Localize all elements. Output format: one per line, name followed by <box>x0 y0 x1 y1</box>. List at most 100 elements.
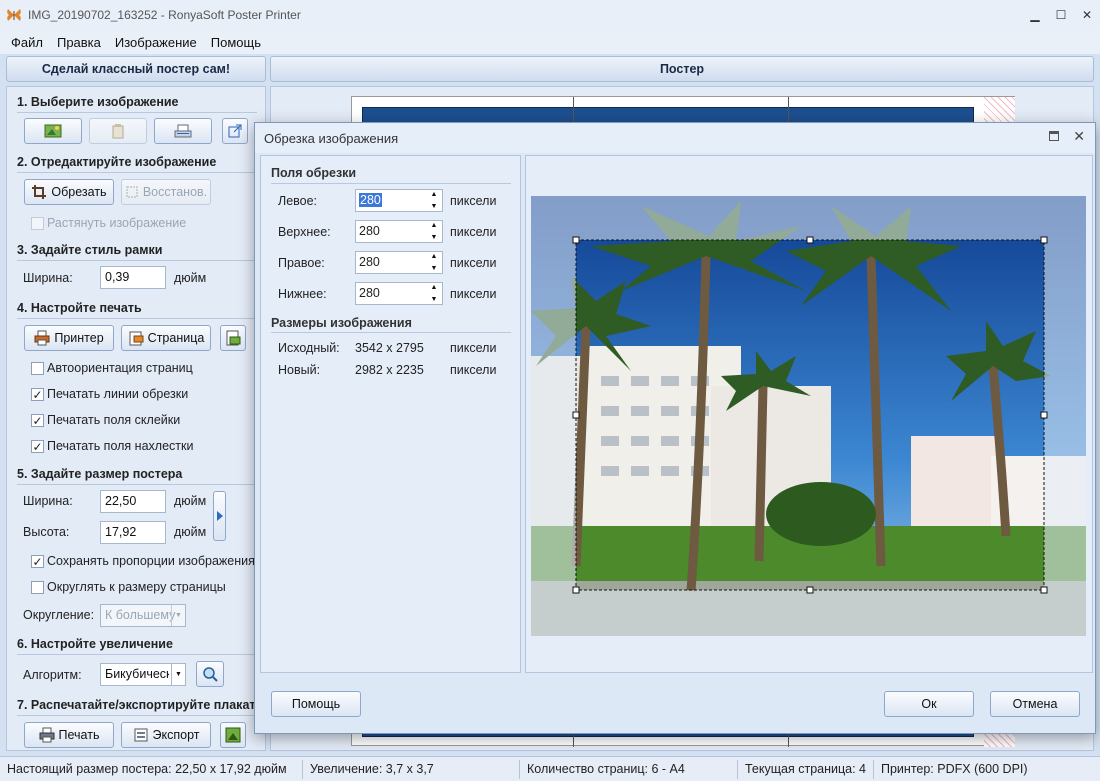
minimize-button[interactable]: ▁ <box>1022 0 1048 30</box>
print-glue-fields-checkbox[interactable]: ✓ <box>31 414 44 427</box>
poster-width-label: Ширина: <box>23 494 73 508</box>
crop-button[interactable]: Обрезать <box>24 179 114 205</box>
export-image-button[interactable] <box>220 722 246 748</box>
printer-button-label: Принтер <box>54 331 104 345</box>
zoom-preview-button[interactable] <box>196 661 224 687</box>
crop-right-label: Правое: <box>278 256 325 270</box>
original-size-unit: пиксели <box>450 341 497 355</box>
frame-width-label: Ширина: <box>23 271 73 285</box>
section-zoom-setup: 6. Настройте увеличение <box>17 637 173 651</box>
algorithm-select[interactable]: Бикубическ ▼ <box>100 663 186 686</box>
page-preview-icon <box>226 330 241 346</box>
crop-settings-pane: Поля обрезки Левое: 280 ▲ ▼ пиксели Верхн… <box>260 155 521 673</box>
app-butterfly-icon <box>6 7 22 23</box>
close-button[interactable]: ✕ <box>1074 0 1100 30</box>
spin-down-icon[interactable]: ▼ <box>431 234 438 241</box>
menu-edit[interactable]: Правка <box>50 35 108 50</box>
spin-up-icon[interactable]: ▲ <box>431 222 438 229</box>
crop-top-label: Верхнее: <box>278 225 331 239</box>
export-image-icon <box>225 727 241 743</box>
keep-ratio-checkbox[interactable]: ✓ <box>31 555 44 568</box>
chevron-down-icon: ▼ <box>171 605 185 626</box>
scanner-icon <box>174 124 192 138</box>
printer-button[interactable]: Принтер <box>24 325 114 351</box>
status-printer: Принтер: PDFX (600 DPI) <box>881 762 1028 776</box>
crop-left-spinner[interactable]: 280 ▲ ▼ <box>355 189 443 212</box>
crop-top-value: 280 <box>359 224 380 238</box>
crop-right-spinner[interactable]: 280 ▲ ▼ <box>355 251 443 274</box>
crop-bottom-unit: пиксели <box>450 287 497 301</box>
status-real-size: Настоящий размер постера: 22,50 x 17,92 … <box>0 759 303 779</box>
spin-down-icon[interactable]: ▼ <box>431 203 438 210</box>
round-to-page-label: Округлять к размеру страницы <box>47 580 226 594</box>
chevron-down-icon: ▼ <box>171 664 185 685</box>
print-button[interactable]: Печать <box>24 722 114 748</box>
printer-icon <box>39 727 55 743</box>
export-button[interactable]: Экспорт <box>121 722 211 748</box>
spin-down-icon[interactable]: ▼ <box>431 265 438 272</box>
crop-preview-pane <box>525 155 1093 673</box>
crop-left-unit: пиксели <box>450 194 497 208</box>
rounding-label: Округление: <box>23 608 95 622</box>
crop-left-label: Левое: <box>278 194 318 208</box>
menu-help[interactable]: Помощь <box>204 35 268 50</box>
status-bar: Настоящий размер постера: 22,50 x 17,92 … <box>0 756 1100 781</box>
crop-top-unit: пиксели <box>450 225 497 239</box>
spin-up-icon[interactable]: ▲ <box>431 253 438 260</box>
frame-width-input[interactable]: 0,39 <box>100 266 166 289</box>
crop-top-spinner[interactable]: 280 ▲ ▼ <box>355 220 443 243</box>
new-size-value: 2982 x 2235 <box>355 363 424 377</box>
poster-height-input[interactable]: 17,92 <box>100 521 166 544</box>
round-to-page-checkbox[interactable] <box>31 581 44 594</box>
auto-orientation-checkbox[interactable] <box>31 362 44 375</box>
window-title: IMG_20190702_163252 - RonyaSoft Poster P… <box>28 8 301 22</box>
spin-down-icon[interactable]: ▼ <box>431 296 438 303</box>
restore-button[interactable]: Восстанов. <box>121 179 211 205</box>
crop-fields-title: Поля обрезки <box>271 166 357 180</box>
frame-unit-label: дюйм <box>174 271 207 285</box>
page-button-label: Страница <box>147 331 205 345</box>
size-apply-button[interactable] <box>213 491 226 541</box>
crop-right-value: 280 <box>359 255 380 269</box>
crop-bottom-spinner[interactable]: 280 ▲ ▼ <box>355 282 443 305</box>
new-size-label: Новый: <box>278 363 321 377</box>
external-link-button[interactable] <box>222 118 248 144</box>
open-image-button[interactable] <box>24 118 82 144</box>
print-cut-lines-checkbox[interactable]: ✓ <box>31 388 44 401</box>
help-button[interactable]: Помощь <box>271 691 361 717</box>
export-icon <box>134 728 148 742</box>
dialog-maximize-icon[interactable] <box>1049 131 1059 141</box>
keep-ratio-label: Сохранять пропорции изображения <box>47 554 255 568</box>
crop-dialog: Обрезка изображения ✕ Поля обрезки Левое… <box>254 122 1096 734</box>
page-button[interactable]: Страница <box>121 325 211 351</box>
crop-right-unit: пиксели <box>450 256 497 270</box>
stretch-image-label: Растянуть изображение <box>47 216 187 230</box>
page-preview-button[interactable] <box>220 325 246 351</box>
maximize-button[interactable]: ☐ <box>1048 0 1074 30</box>
menu-image[interactable]: Изображение <box>108 35 204 50</box>
printer-icon <box>34 330 50 346</box>
paste-image-button[interactable] <box>89 118 147 144</box>
algorithm-select-value: Бикубическ <box>105 667 169 681</box>
stretch-image-checkbox[interactable] <box>31 217 44 230</box>
crop-dialog-title: Обрезка изображения <box>264 130 399 146</box>
restore-button-label: Восстанов. <box>142 185 208 199</box>
print-overlap-fields-checkbox[interactable]: ✓ <box>31 440 44 453</box>
title-bar: IMG_20190702_163252 - RonyaSoft Poster P… <box>0 0 1100 30</box>
export-button-label: Экспорт <box>152 728 200 742</box>
rounding-select[interactable]: К большему ▼ <box>100 604 186 627</box>
print-glue-fields-label: Печатать поля склейки <box>47 413 181 427</box>
menu-bar: Файл Правка Изображение Помощь <box>0 30 1100 54</box>
crop-preview-image[interactable] <box>531 196 1086 636</box>
menu-file[interactable]: Файл <box>4 35 50 50</box>
section-edit-image: 2. Отредактируйте изображение <box>17 155 217 169</box>
poster-width-input[interactable]: 22,50 <box>100 490 166 513</box>
spin-up-icon[interactable]: ▲ <box>431 191 438 198</box>
spin-up-icon[interactable]: ▲ <box>431 284 438 291</box>
scan-image-button[interactable] <box>154 118 212 144</box>
dialog-close-icon[interactable]: ✕ <box>1073 128 1085 145</box>
cancel-button[interactable]: Отмена <box>990 691 1080 717</box>
section-poster-size: 5. Задайте размер постера <box>17 467 183 481</box>
ok-button[interactable]: Ок <box>884 691 974 717</box>
algorithm-label: Алгоритм: <box>23 668 82 682</box>
